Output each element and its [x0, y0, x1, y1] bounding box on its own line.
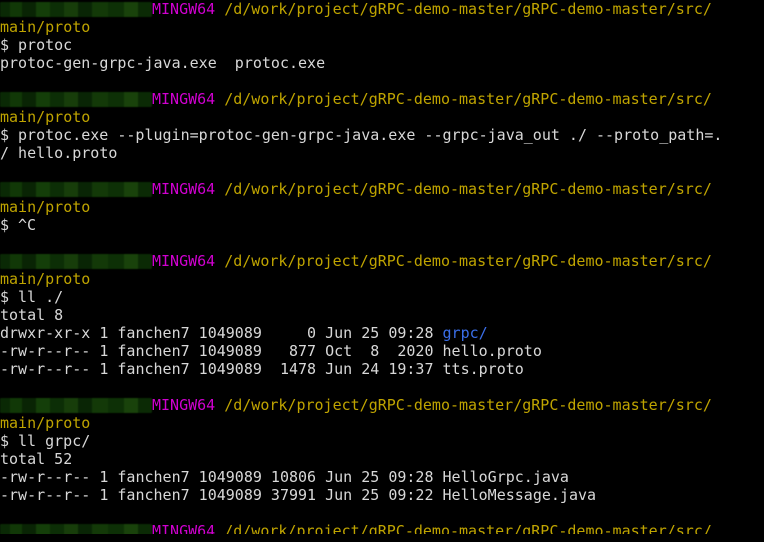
listing-row: drwxr-xr-x 1 fanchen7 1049089 0 Jun 25 0…	[0, 324, 764, 342]
shell-label: MINGW64	[152, 0, 216, 18]
redacted-user-host	[0, 524, 152, 539]
prompt-symbol: $	[0, 216, 10, 234]
prompt-line: MINGW64/d/work/project/gRPC-demo-master/…	[0, 90, 764, 108]
prompt-path-continuation: main/proto	[0, 18, 91, 36]
command-text: ll grpc/	[18, 432, 91, 450]
listing-file-line: -rw-r--r-- 1 fanchen7 1049089 877 Oct 8 …	[0, 342, 542, 360]
command-text: ll ./	[18, 288, 64, 306]
prompt-path-wrap: main/proto	[0, 198, 764, 216]
prompt-path: /d/work/project/gRPC-demo-master/gRPC-de…	[224, 90, 712, 108]
listing-row: -rw-r--r-- 1 fanchen7 1049089 10806 Jun …	[0, 468, 764, 486]
prompt-path-wrap: main/proto	[0, 414, 764, 432]
command-line-wrap: / hello.proto	[0, 144, 764, 162]
prompt-path-continuation: main/proto	[0, 414, 91, 432]
redacted-user-host	[0, 2, 152, 17]
command-line[interactable]: $ ll ./	[0, 288, 764, 306]
prompt-path-continuation: main/proto	[0, 270, 91, 288]
interrupt-text: ^C	[18, 216, 37, 234]
command-text: protoc.exe --plugin=protoc-gen-grpc-java…	[18, 126, 723, 144]
listing-dir-name[interactable]: grpc/	[443, 324, 488, 342]
prompt-path: /d/work/project/gRPC-demo-master/gRPC-de…	[224, 0, 712, 18]
command-line[interactable]: $ protoc.exe --plugin=protoc-gen-grpc-jav…	[0, 126, 764, 144]
shell-label: MINGW64	[152, 180, 216, 198]
listing-row: -rw-r--r-- 1 fanchen7 1049089 1478 Jun 2…	[0, 360, 764, 378]
listing-meta: drwxr-xr-x 1 fanchen7 1049089 0 Jun 25 0…	[0, 324, 443, 342]
prompt-path: /d/work/project/gRPC-demo-master/gRPC-de…	[224, 396, 712, 414]
listing-file-line: -rw-r--r-- 1 fanchen7 1049089 10806 Jun …	[0, 468, 569, 486]
shell-label: MINGW64	[152, 522, 216, 540]
total-text: total 8	[0, 306, 64, 324]
output-text: protoc-gen-grpc-java.exe protoc.exe	[0, 54, 326, 72]
redacted-user-host	[0, 92, 152, 107]
command-text: protoc	[18, 36, 73, 54]
redacted-user-host	[0, 182, 152, 197]
listing-file-line: -rw-r--r-- 1 fanchen7 1049089 37991 Jun …	[0, 486, 597, 504]
prompt-line: MINGW64/d/work/project/gRPC-demo-master/…	[0, 252, 764, 270]
prompt-path-continuation: main/proto	[0, 108, 91, 126]
redacted-user-host	[0, 254, 152, 269]
prompt-line: MINGW64/d/work/project/gRPC-demo-master/…	[0, 180, 764, 198]
prompt-symbol: $	[0, 288, 10, 306]
command-output: protoc-gen-grpc-java.exe protoc.exe	[0, 54, 764, 72]
prompt-path: /d/work/project/gRPC-demo-master/gRPC-de…	[224, 522, 712, 540]
prompt-symbol: $	[0, 36, 10, 54]
terminal-window[interactable]: MINGW64/d/work/project/gRPC-demo-master/…	[0, 0, 764, 542]
prompt-symbol: $	[0, 126, 10, 144]
prompt-line: MINGW64/d/work/project/gRPC-demo-master/…	[0, 0, 764, 18]
command-line[interactable]: $ ll grpc/	[0, 432, 764, 450]
prompt-path: /d/work/project/gRPC-demo-master/gRPC-de…	[224, 180, 712, 198]
prompt-line: MINGW64/d/work/project/gRPC-demo-master/…	[0, 522, 764, 540]
command-line[interactable]: $ protoc	[0, 36, 764, 54]
shell-label: MINGW64	[152, 396, 216, 414]
redacted-user-host	[0, 398, 152, 413]
shell-label: MINGW64	[152, 90, 216, 108]
command-line[interactable]: $ ^C	[0, 216, 764, 234]
prompt-symbol: $	[0, 432, 10, 450]
total-text: total 52	[0, 450, 73, 468]
prompt-line: MINGW64/d/work/project/gRPC-demo-master/…	[0, 396, 764, 414]
prompt-path-continuation: main/proto	[0, 198, 91, 216]
prompt-path: /d/work/project/gRPC-demo-master/gRPC-de…	[224, 252, 712, 270]
prompt-path-wrap: main/proto	[0, 108, 764, 126]
listing-row: -rw-r--r-- 1 fanchen7 1049089 37991 Jun …	[0, 486, 764, 504]
command-text-continuation: / hello.proto	[0, 144, 118, 162]
listing-row: -rw-r--r-- 1 fanchen7 1049089 877 Oct 8 …	[0, 342, 764, 360]
listing-total: total 8	[0, 306, 764, 324]
listing-total: total 52	[0, 450, 764, 468]
shell-label: MINGW64	[152, 252, 216, 270]
prompt-path-wrap: main/proto	[0, 270, 764, 288]
listing-file-line: -rw-r--r-- 1 fanchen7 1049089 1478 Jun 2…	[0, 360, 524, 378]
prompt-path-wrap: main/proto	[0, 18, 764, 36]
